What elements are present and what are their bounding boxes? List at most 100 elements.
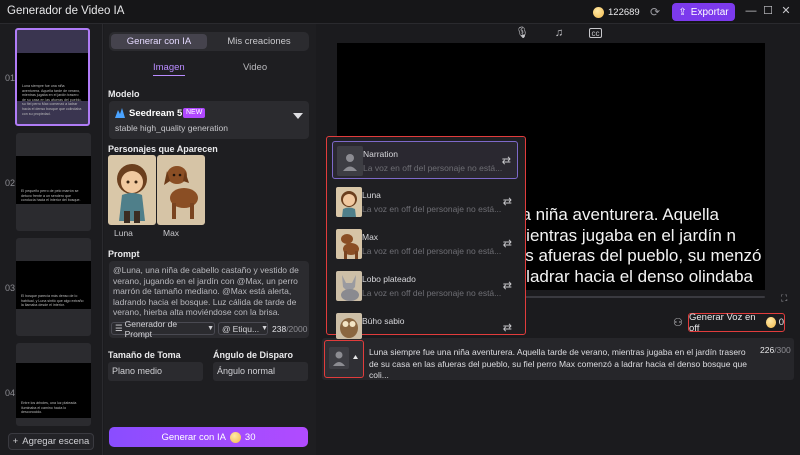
voice-option-name: Búho sabio	[362, 316, 405, 326]
narration-count-value: 226	[760, 345, 775, 355]
voiceover-label: Generar Voz en off	[689, 311, 756, 334]
voice-option-lobo-plateado[interactable]: Lobo plateado La voz en off del personaj…	[332, 267, 518, 305]
subtab-video[interactable]: Video	[243, 62, 267, 73]
scene-number: 03	[5, 283, 16, 293]
plus-icon: +	[12, 436, 19, 447]
angle-label: Ángulo de Disparo	[213, 350, 294, 360]
voice-option-name: Lobo plateado	[362, 274, 416, 284]
voice-option-desc: La voz en off del personaje no está...	[363, 163, 503, 173]
refresh-icon[interactable]: ⟳	[648, 5, 662, 19]
tags-dropdown[interactable]: @ Etiqu... ▼	[218, 322, 268, 335]
prompt-generator-label: Generador de Prompt	[124, 318, 178, 339]
coin-icon	[593, 6, 604, 18]
microphone-icon[interactable]: 🎙	[515, 27, 529, 39]
wolf-avatar	[336, 271, 362, 301]
voice-option-name: Max	[362, 232, 379, 242]
app-title: Generador de Video IA	[7, 5, 125, 17]
voice-option-luna[interactable]: Luna La voz en off del personaje no está…	[332, 183, 518, 221]
add-scene-label: Agregar escena	[22, 436, 90, 447]
prompt-generator-dropdown[interactable]: ☰ Generador de Prompt ▼	[111, 319, 215, 339]
new-badge: NEW	[183, 108, 206, 118]
tab-my-creations[interactable]: Mis creaciones	[211, 34, 307, 49]
credits-counter: 122689	[593, 4, 640, 20]
seedream-logo-icon	[115, 108, 125, 118]
scene-number: 02	[5, 178, 16, 188]
tab-generate-ai[interactable]: Generar con IA	[111, 34, 207, 49]
scene-thumbnail-01[interactable]: Luna siempre fue una niña aventurera. Aq…	[15, 28, 90, 126]
export-label: Exportar	[690, 6, 729, 18]
swap-icon[interactable]: ⇄	[503, 237, 512, 250]
scene-preview-text: El pequeño perro de pelo marrón se detuv…	[21, 189, 81, 203]
export-button[interactable]: ⇪ Exportar	[672, 3, 735, 21]
voice-option-name: Narration	[363, 149, 398, 159]
scene-preview-text: Luna siempre fue una niña aventurera. Aq…	[22, 84, 82, 116]
scene-preview-text: Entre los árboles, una luz plateada ilum…	[21, 401, 77, 415]
angle-select[interactable]: Ángulo normal	[213, 362, 308, 381]
model-select[interactable]	[109, 101, 309, 139]
generate-label: Generar con IA	[161, 431, 226, 443]
voice-select-button[interactable]	[324, 340, 364, 378]
prompt-text: @Luna, una niña de cabello castaño y ves…	[113, 265, 299, 318]
fullscreen-icon[interactable]: ⛶	[781, 293, 787, 304]
scene-preview-text: El bosque parecía más denso de lo habitu…	[21, 294, 84, 308]
voice-option-buho-sabio[interactable]: Búho sabio ⇄	[332, 309, 518, 339]
prompt-count-value: 238	[272, 324, 287, 334]
maximize-icon[interactable]: ☐	[761, 4, 775, 18]
scene-number: 04	[5, 388, 16, 398]
character-luna-thumbnail[interactable]	[108, 155, 156, 225]
character-name: Luna	[114, 228, 133, 238]
characters-label: Personajes que Aparecen	[108, 144, 218, 154]
mode-tabs: Generar con IA Mis creaciones	[109, 32, 309, 51]
model-description: stable high_quality generation	[115, 123, 228, 133]
voiceover-cost: 0	[778, 317, 784, 328]
generate-voiceover-button[interactable]: Generar Voz en off 0	[688, 311, 785, 334]
captions-icon[interactable]: cc	[589, 28, 602, 38]
coin-icon	[229, 431, 241, 443]
character-name: Max	[163, 228, 180, 238]
subtab-image[interactable]: Imagen	[153, 62, 185, 76]
chevron-down-icon: ▼	[261, 325, 269, 332]
voice-option-desc: La voz en off del personaje no está...	[362, 246, 502, 256]
scene-number: 01	[5, 73, 16, 83]
voice-person-icon: ⚇	[673, 317, 683, 329]
swap-icon[interactable]: ⇄	[503, 279, 512, 292]
voice-option-desc: La voz en off del personaje no está...	[362, 288, 502, 298]
prompt-char-count: 238/2000	[272, 324, 307, 334]
max-avatar	[336, 229, 362, 259]
luna-avatar	[336, 187, 362, 217]
subtitle-text: na niña aventurera. Aquella mientras jug…	[512, 205, 762, 289]
narration-count-max: /300	[774, 345, 791, 355]
person-icon	[337, 146, 363, 176]
shot-size-label: Tamaño de Toma	[108, 350, 181, 360]
prompt-count-max: /2000	[286, 324, 308, 334]
model-label: Modelo	[108, 89, 140, 99]
music-icon[interactable]: ♫	[553, 27, 565, 39]
add-scene-button[interactable]: + Agregar escena	[8, 433, 94, 450]
scene-thumbnail-02[interactable]: El pequeño perro de pelo marrón se detuv…	[16, 133, 91, 231]
prompt-label: Prompt	[108, 249, 140, 259]
model-name: Seedream 5.0	[129, 108, 191, 119]
close-icon[interactable]: ✕	[779, 4, 793, 18]
narration-text[interactable]: Luna siempre fue una niña aventurera. Aq…	[369, 347, 749, 382]
character-max-thumbnail[interactable]	[157, 155, 205, 225]
credits-value: 122689	[608, 6, 640, 18]
voice-option-desc: La voz en off del personaje no está...	[362, 204, 502, 214]
scene-thumbnail-03[interactable]: El bosque parecía más denso de lo habitu…	[16, 238, 91, 336]
chevron-down-icon[interactable]	[293, 113, 303, 119]
voice-option-narration[interactable]: Narration La voz en off del personaje no…	[332, 141, 518, 179]
voice-option-name: Luna	[362, 190, 381, 200]
at-icon: @	[222, 323, 231, 334]
voice-option-max[interactable]: Max La voz en off del personaje no está.…	[332, 225, 518, 263]
scene-thumbnail-04[interactable]: Entre los árboles, una luz plateada ilum…	[16, 343, 91, 426]
generate-ai-button[interactable]: Generar con IA 30	[109, 427, 308, 447]
shot-size-select[interactable]: Plano medio	[108, 362, 203, 381]
list-icon: ☰	[115, 323, 123, 333]
narration-char-count: 226/300	[760, 345, 791, 355]
coin-icon	[765, 317, 776, 328]
minimize-icon[interactable]: —	[744, 4, 758, 18]
generate-cost: 30	[244, 431, 256, 443]
swap-icon[interactable]: ⇄	[503, 321, 512, 334]
swap-icon[interactable]: ⇄	[503, 195, 512, 208]
swap-icon[interactable]: ⇄	[502, 154, 511, 167]
upload-icon: ⇪	[678, 6, 687, 18]
